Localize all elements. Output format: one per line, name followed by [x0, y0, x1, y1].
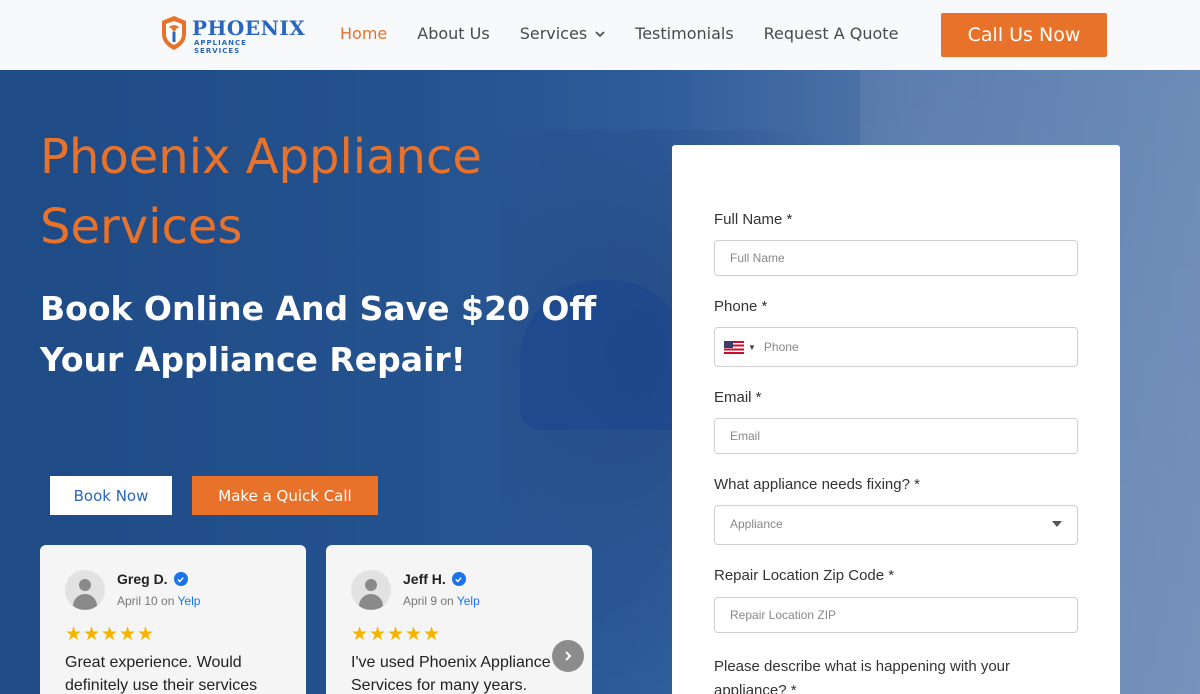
star-icon: ★ [405, 623, 423, 645]
email-field[interactable]: Email [714, 418, 1078, 454]
appliance-label: What appliance needs fixing? * [714, 476, 920, 493]
site-header: PHOENIX APPLIANCE SERVICES Home About Us… [0, 0, 1200, 70]
review-card: Jeff H. April 9 on Yelp ★ ★ ★ ★ ★ I've u… [326, 545, 592, 694]
review-date-text: April 9 [403, 594, 438, 608]
nav-request-a-quote[interactable]: Request A Quote [764, 24, 899, 43]
appliance-select[interactable]: Appliance [714, 505, 1078, 545]
hero-title: Phoenix Appliance Services [40, 129, 482, 255]
review-on-text: on [161, 594, 175, 608]
verified-badge-icon [451, 572, 466, 586]
star-rating: ★ ★ ★ ★ ★ [65, 623, 155, 645]
star-icon: ★ [119, 623, 137, 645]
main-nav: Home About Us Services Testimonials Requ… [340, 24, 928, 43]
quote-form: Full Name * Full Name Phone * ▼ Phone Em… [672, 145, 1120, 694]
star-icon: ★ [387, 623, 405, 645]
hero-subtitle: Book Online And Save $20 Off Your Applia… [40, 289, 597, 379]
phoenix-emblem-icon [162, 16, 186, 50]
logo-subtitle: APPLIANCE SERVICES [194, 39, 247, 55]
country-dropdown-caret-icon[interactable]: ▼ [748, 343, 756, 352]
reviewer-name-text: Jeff H. [403, 571, 446, 587]
call-us-now-button[interactable]: Call Us Now [941, 13, 1107, 57]
nav-home[interactable]: Home [340, 24, 387, 43]
review-text: Great experience. Would definitely use t… [65, 654, 258, 694]
review-date-text: April 10 [117, 594, 158, 608]
review-source-link[interactable]: Yelp [178, 594, 201, 608]
review-date: April 9 on Yelp [403, 594, 480, 608]
review-text: I've used Phoenix Appliance Services for… [351, 654, 551, 694]
review-date: April 10 on Yelp [117, 594, 200, 608]
chevron-right-icon [565, 651, 572, 661]
describe-label: Please describe what is happening with y… [714, 658, 1011, 694]
phoenix-logo[interactable]: PHOENIX APPLIANCE SERVICES [156, 12, 305, 55]
make-a-quick-call-button[interactable]: Make a Quick Call [192, 476, 378, 515]
email-label: Email * [714, 389, 762, 406]
reviewer-name-text: Greg D. [117, 571, 168, 587]
zip-field[interactable]: Repair Location ZIP [714, 597, 1078, 633]
star-rating: ★ ★ ★ ★ ★ [351, 623, 441, 645]
phone-placeholder: Phone [763, 340, 799, 354]
zip-label: Repair Location Zip Code * [714, 567, 895, 584]
full-name-placeholder: Full Name [730, 251, 785, 265]
reviewer-name: Greg D. [117, 571, 188, 587]
star-icon: ★ [65, 623, 83, 645]
appliance-placeholder: Appliance [730, 517, 783, 531]
star-icon: ★ [351, 623, 369, 645]
zip-placeholder: Repair Location ZIP [730, 608, 837, 622]
reviews-next-button[interactable] [552, 640, 584, 672]
star-icon: ★ [423, 623, 441, 645]
logo-title: PHOENIX [192, 16, 306, 40]
hero-section: Phoenix Appliance Services Book Online A… [0, 70, 1200, 694]
star-icon: ★ [369, 623, 387, 645]
full-name-field[interactable]: Full Name [714, 240, 1078, 276]
chevron-down-icon [595, 30, 605, 37]
avatar [351, 570, 391, 610]
nav-testimonials[interactable]: Testimonials [635, 24, 734, 43]
phone-field[interactable]: ▼ Phone [714, 327, 1078, 367]
email-placeholder: Email [730, 429, 761, 443]
reviewer-name: Jeff H. [403, 571, 466, 587]
nav-services-label: Services [519, 24, 588, 43]
book-now-button[interactable]: Book Now [50, 476, 172, 515]
nav-about-us[interactable]: About Us [417, 24, 489, 43]
star-icon: ★ [137, 623, 155, 645]
select-arrow-icon [1052, 521, 1062, 527]
avatar [65, 570, 105, 610]
full-name-label: Full Name * [714, 211, 793, 228]
review-on-text: on [440, 594, 454, 608]
us-flag-icon[interactable] [724, 340, 744, 354]
star-icon: ★ [83, 623, 101, 645]
review-source-link[interactable]: Yelp [457, 594, 480, 608]
verified-badge-icon [173, 572, 188, 586]
review-card: Greg D. April 10 on Yelp ★ ★ ★ ★ ★ Great… [40, 545, 306, 694]
nav-services[interactable]: Services [520, 24, 605, 43]
phone-label: Phone * [714, 298, 768, 315]
star-icon: ★ [101, 623, 119, 645]
